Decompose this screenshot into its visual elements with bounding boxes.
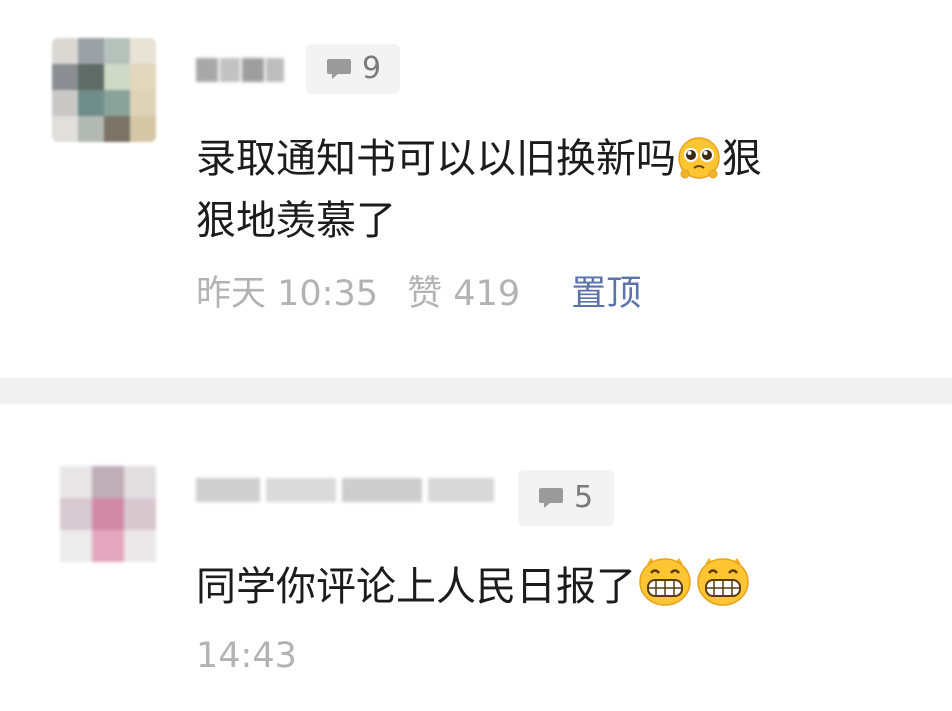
comment-text-part: 录取通知书可以以旧换新吗 <box>196 136 676 182</box>
comment-text-part: 狠 <box>722 136 762 182</box>
username-blurred[interactable] <box>196 472 496 512</box>
timestamp: 14:43 <box>196 636 297 676</box>
username-blurred[interactable] <box>196 52 286 88</box>
timestamp: 昨天 10:35 <box>196 274 378 314</box>
likes-label[interactable]: 赞 <box>407 272 442 316</box>
comment-text-part: 同学你评论上人民日报了 <box>196 564 636 610</box>
reply-count: 5 <box>574 480 594 515</box>
comment-bubble-icon <box>327 59 351 79</box>
comment-text-part: 狠地羡慕了 <box>196 198 396 244</box>
reply-count: 9 <box>362 51 382 86</box>
reply-count-button[interactable]: 9 <box>306 44 400 94</box>
comment-item: 9 录取通知书可以以旧换新吗 狠 狠地羡慕了 昨天 10:35 赞 419 置顶 <box>0 0 952 378</box>
comment-bubble-icon <box>539 488 563 508</box>
avatar[interactable] <box>52 38 156 142</box>
comment-meta: 昨天 10:35 赞 419 置顶 <box>196 272 641 316</box>
pin-link[interactable]: 置顶 <box>571 272 641 316</box>
grinning-face-icon <box>695 554 751 622</box>
avatar[interactable] <box>60 466 156 562</box>
section-divider <box>0 378 952 404</box>
pleading-face-icon <box>677 136 721 194</box>
comment-text: 同学你评论上人民日报了 <box>196 554 916 622</box>
comment-meta: 14:43 <box>196 634 297 678</box>
likes-count: 419 <box>453 274 521 314</box>
comment-text: 录取通知书可以以旧换新吗 狠 狠地羡慕了 <box>196 132 896 248</box>
comment-item: 5 同学你评论上人民日报了 14:43 <box>0 404 952 711</box>
grinning-face-icon <box>637 554 693 622</box>
reply-count-button[interactable]: 5 <box>518 470 614 526</box>
